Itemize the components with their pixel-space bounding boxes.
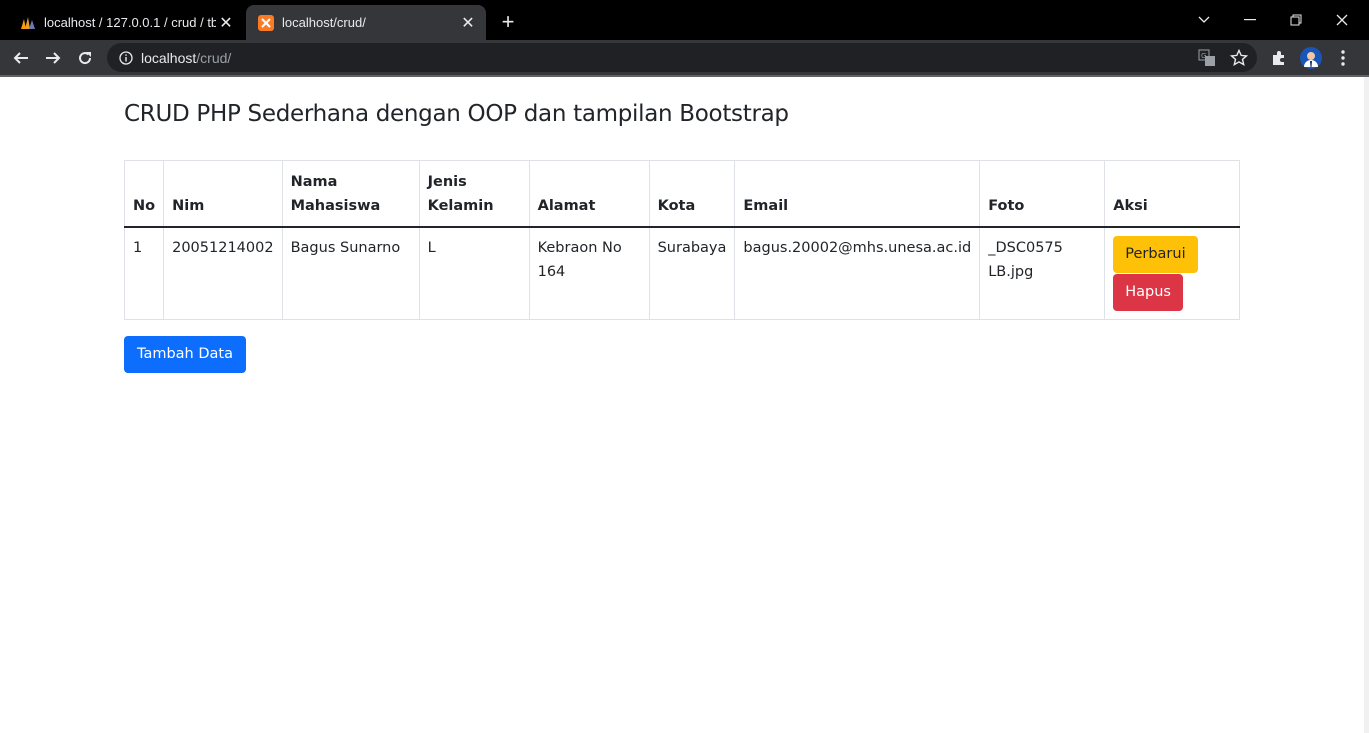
url-path: /crud/ — [196, 49, 232, 66]
header-nim: Nim — [163, 160, 283, 228]
delete-button[interactable]: Hapus — [1113, 273, 1183, 311]
cell-foto: _DSC0575 LB.jpg — [979, 226, 1106, 320]
close-window-button[interactable] — [1330, 8, 1354, 32]
page-title: CRUD PHP Sederhana dengan OOP dan tampil… — [124, 101, 789, 127]
close-tab-icon[interactable]: ✕ — [458, 13, 478, 33]
table-header-row: No Nim Nama Mahasiswa Jenis Kelamin Alam… — [123, 160, 1240, 228]
scrollbar[interactable] — [1364, 77, 1369, 733]
cell-no: 1 — [123, 226, 165, 320]
forward-icon[interactable] — [40, 45, 66, 71]
tab-phpmyadmin[interactable]: localhost / 127.0.0.1 / crud / tbl_m ✕ — [8, 5, 244, 40]
phpmyadmin-icon — [20, 15, 36, 31]
address-bar[interactable]: localhost/crud/ — [107, 43, 1257, 72]
new-tab-button[interactable]: + — [496, 9, 520, 34]
menu-kebab-icon[interactable] — [1332, 47, 1354, 69]
table-row: 1 20051214002 Bagus Sunarno L Kebraon No… — [123, 226, 1240, 320]
student-table: No Nim Nama Mahasiswa Jenis Kelamin Alam… — [123, 160, 1240, 320]
minimize-button[interactable] — [1238, 8, 1262, 32]
cell-email: bagus.20002@mhs.unesa.ac.id — [734, 226, 981, 320]
cell-kota: Surabaya — [648, 226, 736, 320]
cell-alamat: Kebraon No 164 — [528, 226, 650, 320]
avatar[interactable] — [1300, 47, 1322, 69]
extensions-icon[interactable] — [1268, 47, 1290, 69]
toolbar-divider — [0, 75, 1369, 77]
cell-aksi: Perbarui Hapus — [1104, 226, 1240, 320]
header-no: No — [123, 160, 165, 228]
tab-strip: localhost / 127.0.0.1 / crud / tbl_m ✕ l… — [0, 0, 1369, 40]
cell-nama: Bagus Sunarno — [281, 226, 420, 320]
cell-jenis-kelamin: L — [418, 226, 530, 320]
translate-icon[interactable]: G — [1196, 47, 1218, 69]
header-kota: Kota — [648, 160, 736, 228]
cell-nim: 20051214002 — [163, 226, 283, 320]
header-alamat: Alamat — [528, 160, 650, 228]
header-email: Email — [734, 160, 981, 228]
header-aksi: Aksi — [1104, 160, 1240, 228]
tab-crud[interactable]: localhost/crud/ ✕ — [246, 5, 486, 40]
reload-icon[interactable] — [72, 45, 98, 71]
tab-title: localhost / 127.0.0.1 / crud / tbl_m — [44, 15, 216, 30]
update-button[interactable]: Perbarui — [1113, 235, 1198, 273]
browser-toolbar: localhost/crud/ G — [0, 40, 1369, 75]
info-icon[interactable] — [119, 50, 133, 65]
xampp-icon — [258, 14, 274, 31]
svg-text:G: G — [1201, 52, 1206, 60]
header-nama: Nama Mahasiswa — [281, 160, 420, 228]
add-data-button[interactable]: Tambah Data — [124, 336, 246, 373]
restore-button[interactable] — [1284, 8, 1308, 32]
header-jenis-kelamin: Jenis Kelamin — [418, 160, 530, 228]
bookmark-star-icon[interactable] — [1228, 47, 1250, 69]
back-icon[interactable] — [8, 45, 34, 71]
url-host: localhost — [141, 49, 197, 66]
close-tab-icon[interactable]: ✕ — [216, 13, 236, 33]
tab-title: localhost/crud/ — [282, 15, 366, 30]
url-text: localhost/crud/ — [141, 50, 231, 66]
header-foto: Foto — [979, 160, 1106, 228]
tab-search-icon[interactable] — [1192, 8, 1216, 32]
